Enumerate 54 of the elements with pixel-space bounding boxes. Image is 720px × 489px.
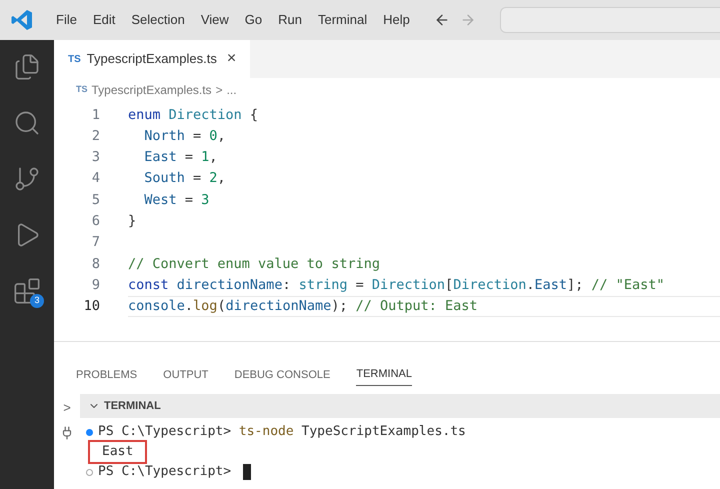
line-number: 9 <box>90 276 101 295</box>
menu-item[interactable]: File <box>48 10 85 30</box>
menu-item[interactable]: View <box>192 10 237 30</box>
panel-tab[interactable]: PROBLEMS <box>76 366 138 386</box>
breadcrumb-item[interactable]: ... <box>226 81 237 99</box>
code-line: North = 0, <box>143 126 227 146</box>
code-line: } <box>128 212 138 231</box>
code-line: // Convert enum value to string <box>128 254 381 274</box>
terminal-header[interactable]: TERMINAL <box>80 394 720 418</box>
terminal-line: PS C:\Typescript> ts-node TypeScriptExamples.ts <box>98 423 466 442</box>
code-line: East = 1, <box>143 148 218 168</box>
panel-tab[interactable]: DEBUG CONSOLE <box>234 366 330 386</box>
logo-icon <box>10 8 34 32</box>
terminal-line: PS C:\Typescript> <box>98 463 232 482</box>
line-number: 5 <box>90 190 101 210</box>
code-line: West = 3 <box>143 190 210 210</box>
line-number: 8 <box>90 254 101 274</box>
panel-tab[interactable]: TERMINAL <box>356 366 412 386</box>
breadcrumb-item[interactable]: TypescriptExamples.ts <box>92 81 212 99</box>
menu-item[interactable]: Edit <box>84 10 124 30</box>
editor-tab[interactable]: TS TypescriptExamples.ts × <box>54 40 250 78</box>
sidebar-chevron[interactable]: > <box>63 398 71 418</box>
line-number: 1 <box>90 106 101 125</box>
code-line: South = 2, <box>143 169 227 188</box>
search-icon <box>13 109 41 137</box>
plug-icon <box>60 426 74 440</box>
line-number: 2 <box>90 126 101 146</box>
terminal-title: TERMINAL <box>104 398 161 414</box>
extensions-icon <box>13 277 41 305</box>
code-line: const directionName: string = Direction[Direction.East]; // "East" <box>128 276 666 295</box>
ts-file-icon: TS <box>76 83 88 97</box>
code-line: console.log(directionName); // Output: East <box>128 296 720 317</box>
menu-item[interactable]: Terminal <box>310 10 376 30</box>
panel-tab[interactable]: OUTPUT <box>163 366 208 386</box>
line-number: 3 <box>90 148 101 168</box>
line-number: 6 <box>90 212 101 231</box>
activity-button[interactable]: 3 <box>10 274 44 308</box>
tab-label: TypescriptExamples.ts <box>86 50 217 68</box>
line-number: 4 <box>90 169 101 188</box>
menu-item[interactable]: Selection <box>123 10 193 30</box>
back-icon[interactable] <box>434 12 450 28</box>
menu-item[interactable]: Run <box>270 10 310 30</box>
close-icon[interactable]: × <box>226 47 236 71</box>
menu-item[interactable]: Help <box>375 10 418 30</box>
terminal-output: East <box>88 440 148 464</box>
branch-icon <box>13 165 41 193</box>
line-number: 7 <box>90 233 101 252</box>
menu-item[interactable]: Go <box>236 10 270 30</box>
ts-file-icon: TS <box>68 52 81 66</box>
files-icon <box>13 53 41 81</box>
breadcrumb-separator: > <box>216 82 223 99</box>
code-line: enum Direction { <box>128 106 260 125</box>
count-badge: 3 <box>30 294 44 308</box>
line-number: 10 <box>82 297 101 316</box>
